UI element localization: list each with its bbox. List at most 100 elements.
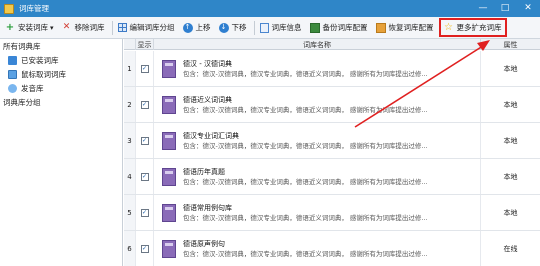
backup-config-button[interactable]: 备份词库配置 xyxy=(307,19,371,37)
table-row[interactable]: 5 ✓ 德语常用例句库 包含：德汉-汉德词典，德汉专业词典，德语近义词词典， 感… xyxy=(124,195,540,231)
restore-icon xyxy=(375,22,386,33)
row-number: 3 xyxy=(124,123,136,158)
dictionary-book-icon xyxy=(162,239,176,258)
minimize-button[interactable]: — xyxy=(472,0,494,17)
plus-icon: + xyxy=(5,21,15,33)
dict-title: 德语近义词词典 xyxy=(183,95,232,104)
star-icon: ☆ xyxy=(444,21,453,33)
install-dict-label: 安装词库 xyxy=(18,23,48,32)
more-dicts-label: 更多扩充词库 xyxy=(456,23,502,32)
sidebar-item-installed[interactable]: 已安装词库 xyxy=(0,53,122,67)
dict-title: 德汉 - 汉德词典 xyxy=(183,59,232,68)
toolbar-divider xyxy=(111,20,113,35)
toolbar-divider xyxy=(253,20,255,35)
backup-config-label: 备份词库配置 xyxy=(322,23,368,32)
restore-config-button[interactable]: 恢复词库配置 xyxy=(373,19,437,37)
header-show[interactable]: 显示 xyxy=(136,39,154,50)
row-number: 1 xyxy=(124,51,136,86)
dictionary-book-icon xyxy=(162,59,176,78)
dict-name-cell: 德语原声例句 包含：德汉-汉德词典，德汉专业词典，德语近义词词典， 感谢所有为词… xyxy=(154,231,481,266)
dict-info-button[interactable]: 词库信息 xyxy=(257,19,305,37)
show-checkbox[interactable]: ✓ xyxy=(140,244,149,253)
sidebar-item-mouse[interactable]: 鼠标取词词库 xyxy=(0,67,122,81)
dict-name-cell: 德语历年真题 包含：德汉-汉德词典，德汉专业词典，德语近义词词典， 感谢所有为词… xyxy=(154,159,481,194)
edit-group-label: 编辑词库分组 xyxy=(129,23,175,32)
document-icon xyxy=(259,22,269,33)
show-checkbox[interactable]: ✓ xyxy=(140,64,149,73)
restore-config-label: 恢复词库配置 xyxy=(388,23,434,32)
remove-dict-label: 移除词库 xyxy=(74,23,105,32)
sidebar-item-label: 已安装词库 xyxy=(21,55,59,65)
header-number xyxy=(124,39,136,50)
window-title: 词库管理 xyxy=(19,4,49,13)
dict-name-cell: 德汉专业词汇词典 包含：德汉-汉德词典，德汉专业词典，德语近义词词典， 感谢所有… xyxy=(154,123,481,158)
dict-description: 包含：德汉-汉德词典，德汉专业词典，德语近义词词典， 感谢所有为词库提出过修..… xyxy=(183,213,428,222)
book-icon xyxy=(8,55,17,65)
dict-description: 包含：德汉-汉德词典，德汉专业词典，德语近义词词典， 感谢所有为词库提出过修..… xyxy=(183,177,428,186)
move-up-button[interactable]: ↑ 上移 xyxy=(180,19,214,37)
dict-attribute: 本地 xyxy=(503,208,518,217)
sidebar-item-groups[interactable]: 词典库分组 xyxy=(0,95,122,109)
sidebar-item-all[interactable]: 所有词典库 xyxy=(0,39,122,53)
speaker-icon xyxy=(8,83,17,93)
dictionary-book-icon xyxy=(162,203,176,222)
sidebar-item-label: 鼠标取词词库 xyxy=(21,69,66,79)
dict-attribute: 本地 xyxy=(503,64,518,73)
dictionary-book-icon xyxy=(162,167,176,186)
dict-title: 德汉专业词汇词典 xyxy=(183,131,239,140)
arrow-down-icon: ↓ xyxy=(218,22,229,33)
sidebar-item-label: 词典库分组 xyxy=(3,97,41,107)
maximize-button[interactable]: □ xyxy=(494,0,516,17)
dictionary-book-icon xyxy=(162,95,176,114)
more-dicts-button[interactable]: ☆ 更多扩充词库 xyxy=(438,18,507,37)
arrow-up-icon: ↑ xyxy=(182,22,193,33)
window-titlebar: 词库管理 — □ ✕ xyxy=(0,0,540,17)
dictionary-book-icon xyxy=(162,131,176,150)
row-number: 6 xyxy=(124,231,136,266)
move-down-button[interactable]: ↓ 下移 xyxy=(216,19,250,37)
header-name[interactable]: 词库名称 xyxy=(154,39,481,50)
dict-description: 包含：德汉-汉德词典，德汉专业词典，德语近义词词典， 感谢所有为词库提出过修..… xyxy=(183,105,428,114)
dict-title: 德语原声例句 xyxy=(183,239,225,248)
table-header: 显示 词库名称 属性 xyxy=(124,39,540,50)
sidebar-item-label: 所有词典库 xyxy=(3,41,41,51)
dict-description: 包含：德汉-汉德词典，德汉专业词典，德语近义词词典， 感谢所有为词库提出过修..… xyxy=(183,141,428,150)
table-row[interactable]: 4 ✓ 德语历年真题 包含：德汉-汉德词典，德汉专业词典，德语近义词词典， 感谢… xyxy=(124,159,540,195)
header-attr[interactable]: 属性 xyxy=(481,39,540,50)
table-row[interactable]: 2 ✓ 德语近义词词典 包含：德汉-汉德词典，德汉专业词典，德语近义词词典， 感… xyxy=(124,87,540,123)
remove-icon: ✕ xyxy=(62,22,71,32)
window-controls: — □ ✕ xyxy=(472,0,540,17)
install-dict-button[interactable]: + 安装词库 ▾ xyxy=(2,19,57,37)
show-checkbox[interactable]: ✓ xyxy=(140,172,149,181)
row-number: 2 xyxy=(124,87,136,122)
dict-info-label: 词库信息 xyxy=(271,23,302,32)
dict-name-cell: 德汉 - 汉德词典 包含：德汉-汉德词典，德汉专业词典，德语近义词词典， 感谢所… xyxy=(154,51,481,86)
table-row[interactable]: 6 ✓ 德语原声例句 包含：德汉-汉德词典，德汉专业词典，德语近义词词典， 感谢… xyxy=(124,231,540,266)
show-checkbox[interactable]: ✓ xyxy=(140,100,149,109)
dict-attribute: 在线 xyxy=(503,244,518,253)
row-number: 4 xyxy=(124,159,136,194)
backup-icon xyxy=(309,22,320,33)
dict-name-cell: 德语常用例句库 包含：德汉-汉德词典，德汉专业词典，德语近义词词典， 感谢所有为… xyxy=(154,195,481,230)
close-button[interactable]: ✕ xyxy=(516,0,540,17)
table-row[interactable]: 3 ✓ 德汉专业词汇词典 包含：德汉-汉德词典，德汉专业词典，德语近义词词典， … xyxy=(124,123,540,159)
move-down-label: 下移 xyxy=(231,23,247,32)
dict-title: 德语常用例句库 xyxy=(183,203,232,212)
dropdown-arrow-icon[interactable]: ▾ xyxy=(50,24,54,32)
row-number: 5 xyxy=(124,195,136,230)
dict-title: 德语历年真题 xyxy=(183,167,225,176)
mouse-icon xyxy=(8,69,17,79)
dict-table: 显示 词库名称 属性 1 ✓ 德汉 - 汉德词典 包含：德汉-汉德词典，德汉专业… xyxy=(124,39,540,266)
sidebar-item-voice[interactable]: 发音库 xyxy=(0,81,122,95)
dict-category-sidebar: 所有词典库 已安装词库 鼠标取词词库 发音库 词典库分组 xyxy=(0,39,123,266)
show-checkbox[interactable]: ✓ xyxy=(140,136,149,145)
table-row[interactable]: 1 ✓ 德汉 - 汉德词典 包含：德汉-汉德词典，德汉专业词典，德语近义词词典，… xyxy=(124,51,540,87)
sidebar-item-label: 发音库 xyxy=(21,83,44,93)
show-checkbox[interactable]: ✓ xyxy=(140,208,149,217)
grid-icon xyxy=(117,23,127,32)
dict-attribute: 本地 xyxy=(503,136,518,145)
edit-group-button[interactable]: 编辑词库分组 xyxy=(115,19,178,37)
remove-dict-button[interactable]: ✕ 移除词库 xyxy=(59,19,108,37)
app-icon xyxy=(4,3,14,14)
toolbar: + 安装词库 ▾ ✕ 移除词库 编辑词库分组 ↑ 上移 ↓ 下移 词库信息 备份… xyxy=(0,17,540,39)
